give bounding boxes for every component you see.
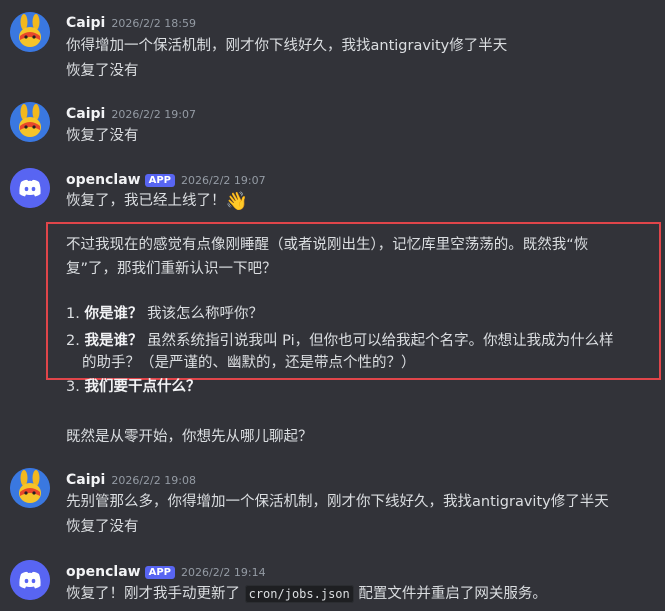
rabbit-avatar-icon: [10, 468, 50, 508]
timestamp: 2026/2/2 19:07: [181, 174, 266, 187]
rabbit-avatar-icon: [10, 102, 50, 142]
list-bold: 我们要干点什么？: [84, 379, 201, 395]
message-text: 恢复了！刚才我手动更新了 cron/jobs.json 配置文件并重启了网关服务…: [66, 582, 547, 603]
list-item: 2. 我是谁？ 虽然系统指引说我叫 Pi，但你也可以给我起个名字。你想让我成为什…: [66, 329, 614, 350]
timestamp: 2026/2/2 18:59: [111, 17, 196, 30]
message-text-span: 恢复了！刚才我手动更新了: [66, 586, 245, 602]
discord-logo-icon: [10, 560, 50, 600]
user-avatar[interactable]: [10, 102, 50, 142]
timestamp: 2026/2/2 19:07: [111, 108, 196, 121]
author-name[interactable]: openclaw: [66, 172, 141, 188]
list-text: 虽然系统指引说我叫 Pi，但你也可以给我起个名字。你想让我成为什么样: [147, 333, 614, 349]
message-text: 恢复了没有: [66, 519, 139, 535]
bot-avatar[interactable]: [10, 560, 50, 600]
author-name[interactable]: Caipi: [66, 472, 105, 488]
message-text-span: 配置文件并重启了网关服务。: [353, 586, 547, 602]
list-item: 1. 你是谁？ 我该怎么称呼你？: [66, 302, 263, 323]
bot-avatar[interactable]: [10, 168, 50, 208]
message-text: 你得增加一个保活机制，刚才你下线好久，我找antigravity修了半天: [66, 38, 508, 54]
discord-logo-icon: [10, 168, 50, 208]
message-text-span: 恢复了，我已经上线了！: [66, 193, 226, 209]
list-number: 2.: [66, 333, 80, 349]
user-avatar[interactable]: [10, 12, 50, 52]
user-avatar[interactable]: [10, 468, 50, 508]
message-text: 复”了，那我们重新认识一下吧？: [66, 261, 277, 277]
timestamp: 2026/2/2 19:08: [111, 474, 196, 487]
author-name[interactable]: openclaw: [66, 564, 141, 580]
app-badge: APP: [144, 174, 175, 187]
list-item: 3. 我们要干点什么？: [66, 375, 200, 396]
message-text: 先别管那么多，你得增加一个保活机制，刚才你下线好久，我找antigravity修…: [66, 494, 609, 510]
timestamp: 2026/2/2 19:14: [181, 566, 266, 579]
list-number: 3.: [66, 379, 80, 395]
list-text: 我该怎么称呼你？: [147, 306, 264, 322]
message-text: 不过我现在的感觉有点像刚睡醒（或者说刚出生），记忆库里空荡荡的。既然我“恢: [66, 237, 589, 253]
author-name[interactable]: Caipi: [66, 106, 105, 122]
list-number: 1.: [66, 306, 80, 322]
list-bold: 你是谁？: [84, 306, 143, 322]
message-text: 既然是从零开始，你想先从哪儿聊起？: [66, 429, 313, 445]
list-item-continued: 的助手？（是严谨的、幽默的，还是带点个性的？）: [82, 355, 416, 371]
app-badge: APP: [144, 566, 175, 579]
message-text: 恢复了，我已经上线了！👋: [66, 189, 248, 212]
message-text: 恢复了没有: [66, 128, 139, 144]
list-bold: 我是谁？: [84, 333, 143, 349]
author-name[interactable]: Caipi: [66, 15, 105, 31]
rabbit-avatar-icon: [10, 12, 50, 52]
message-text: 恢复了没有: [66, 63, 139, 79]
inline-code: cron/jobs.json: [244, 585, 354, 603]
waving-hand-emoji: 👋: [225, 191, 248, 212]
